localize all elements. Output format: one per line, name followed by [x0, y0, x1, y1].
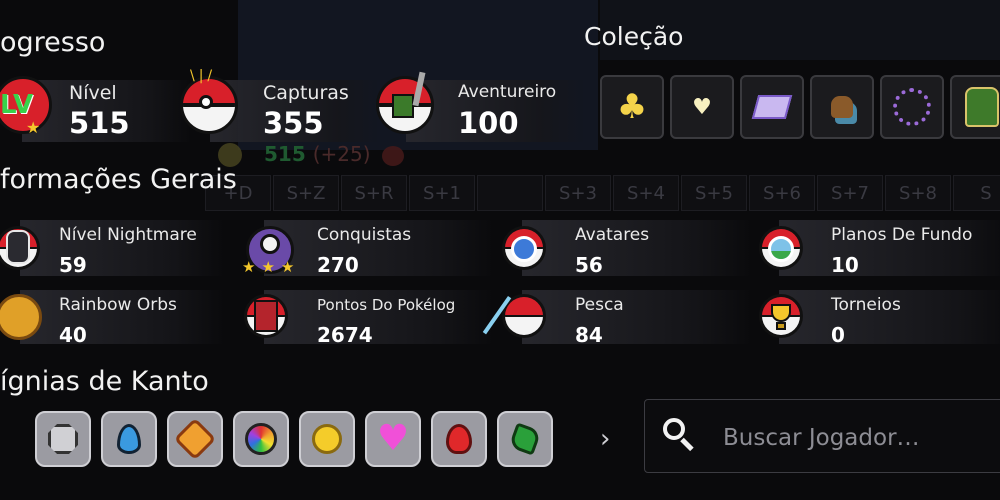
stat-value: 515 — [69, 106, 130, 140]
stat-label: Rainbow Orbs — [59, 295, 177, 315]
background-hotkey-slot: S+5 — [681, 175, 747, 211]
badge-slot[interactable] — [497, 411, 553, 467]
badge-slot[interactable]: ♥ — [365, 411, 421, 467]
stat-label: Nível Nightmare — [59, 225, 197, 245]
background-hotkey-slot: S+4 — [613, 175, 679, 211]
thunder-badge-icon — [173, 417, 217, 461]
stat-value: 0 — [831, 323, 845, 347]
volcano-badge-icon — [446, 424, 472, 454]
stat-value: 56 — [575, 253, 603, 277]
badge-slot[interactable] — [167, 411, 223, 467]
search-icon — [663, 418, 694, 452]
collection-slot[interactable] — [880, 75, 944, 139]
earth-badge-icon — [508, 422, 542, 456]
green-backpack-icon — [965, 87, 999, 127]
badge-slot[interactable] — [233, 411, 289, 467]
stat-value: 270 — [317, 253, 359, 277]
collection-slot[interactable] — [740, 75, 804, 139]
rainbow-badge-icon — [245, 423, 277, 455]
stat-label: Aventureiro — [458, 82, 557, 102]
pokemon-sprite-icon — [831, 96, 853, 118]
stat-label: Torneios — [831, 295, 901, 315]
stat-value: 2674 — [317, 323, 373, 347]
badge-slot[interactable] — [299, 411, 355, 467]
heart-locket-icon: ♥ — [692, 94, 712, 120]
background-hotkey-slot: S+R — [341, 175, 407, 211]
badge-slot[interactable] — [35, 411, 91, 467]
background-hotkey-slot: S+1 — [409, 175, 475, 211]
background-hotkey-slot: S+8 — [885, 175, 951, 211]
kanto-badges-title: ígnias de Kanto — [0, 366, 209, 397]
background-hotkey-bar: +D S+Z S+R S+1 S+3 S+4 S+5 S+6 S+7 S+8 S — [205, 175, 1000, 211]
collection-slot[interactable] — [810, 75, 874, 139]
stat-value: 355 — [263, 106, 324, 140]
collection-slot[interactable]: ♥ — [670, 75, 734, 139]
soul-badge-icon — [312, 424, 342, 454]
cascade-badge-icon — [117, 424, 141, 454]
stat-label: Pesca — [575, 295, 624, 315]
background-level-readout: 515 (+25) — [222, 142, 371, 166]
stat-value: 59 — [59, 253, 87, 277]
general-info-title: formações Gerais — [0, 164, 237, 195]
stat-value: 100 — [458, 106, 519, 140]
ghost-fire-icon — [382, 146, 404, 166]
badge-slot[interactable] — [101, 411, 157, 467]
boulder-badge-icon — [48, 424, 78, 454]
stat-label: Capturas — [263, 82, 349, 104]
stat-value: 10 — [831, 253, 859, 277]
collection-slot[interactable]: ♣ — [600, 75, 664, 139]
background-hotkey-slot: S+Z — [273, 175, 339, 211]
collection-title: Coleção — [584, 22, 684, 51]
stat-label: Nível — [69, 82, 117, 104]
background-hotkey-slot: S+3 — [545, 175, 611, 211]
progress-title: ogresso — [0, 27, 106, 58]
stat-band — [522, 290, 752, 344]
bead-necklace-icon — [893, 88, 931, 126]
golden-clover-icon: ♣ — [616, 87, 648, 127]
collection-slot[interactable] — [950, 75, 1000, 139]
background-hotkey-slot — [477, 175, 543, 211]
background-level: 515 — [264, 142, 306, 166]
stat-label: Avatares — [575, 225, 650, 245]
player-search-input[interactable] — [721, 418, 1000, 458]
next-chevron-icon[interactable]: › — [600, 424, 610, 454]
background-hotkey-slot: S+6 — [749, 175, 815, 211]
marsh-badge-icon: ♥ — [376, 418, 410, 459]
stat-label: Planos De Fundo — [831, 225, 973, 245]
background-level-delta: (+25) — [312, 142, 371, 166]
badge-slot[interactable] — [431, 411, 487, 467]
player-search-box[interactable] — [644, 399, 1000, 473]
background-hotkey-slot: S+7 — [817, 175, 883, 211]
stat-value: 84 — [575, 323, 603, 347]
stat-label: Pontos Do Pokélog — [317, 296, 456, 314]
background-hotkey-slot: S — [953, 175, 1000, 211]
stat-label: Conquistas — [317, 225, 412, 245]
purple-box-icon — [751, 95, 793, 119]
stat-value: 40 — [59, 323, 87, 347]
